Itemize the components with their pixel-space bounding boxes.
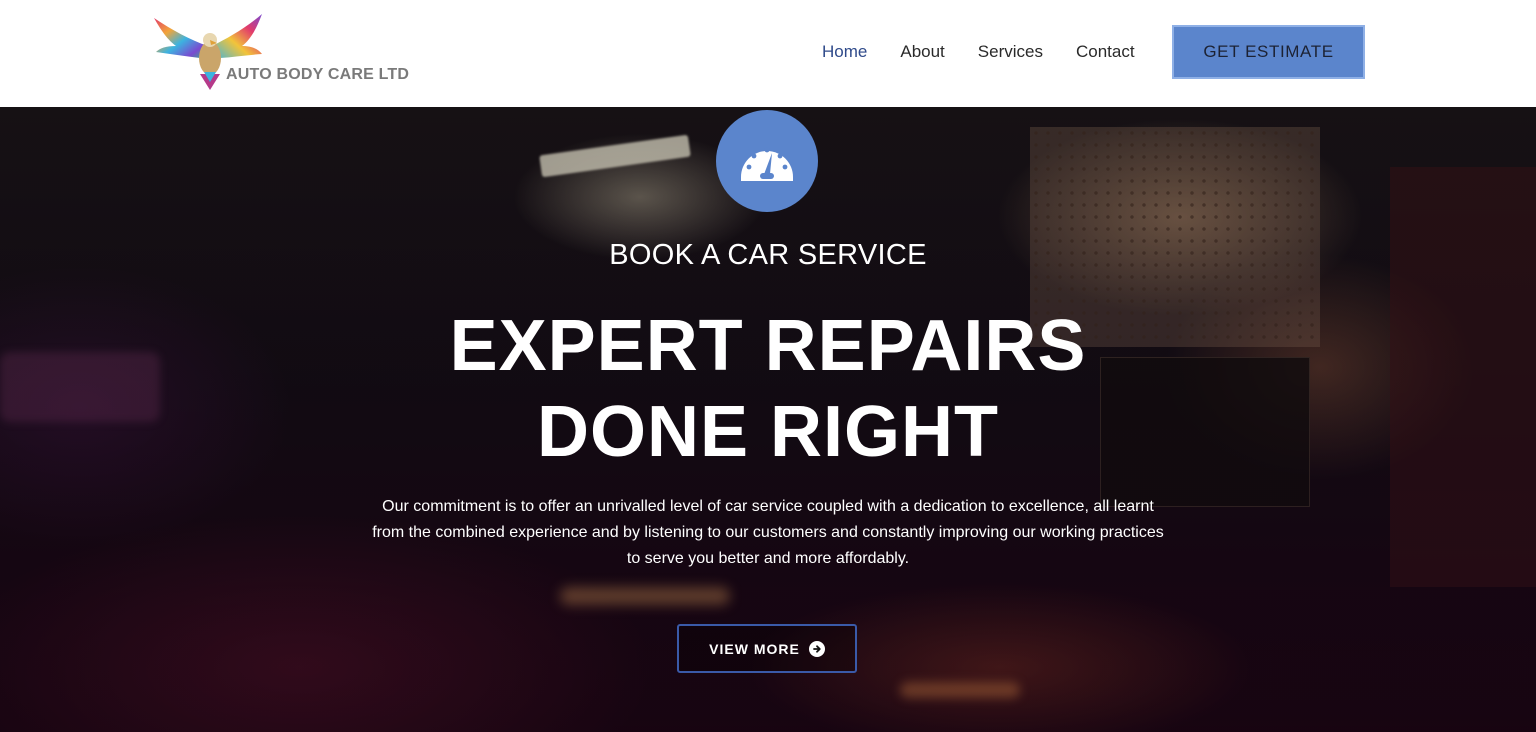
view-more-label: VIEW MORE — [709, 640, 800, 657]
view-more-button[interactable]: VIEW MORE — [677, 624, 857, 673]
brand-name: AUTO BODY CARE LTD — [226, 66, 410, 83]
nav-item-services[interactable]: Services — [978, 42, 1043, 62]
get-estimate-button[interactable]: GET ESTIMATE — [1172, 25, 1365, 79]
hero-description: Our commitment is to offer an unrivalled… — [372, 498, 1164, 567]
hero-title-line-2: DONE RIGHT — [536, 392, 999, 472]
nav-item-contact[interactable]: Contact — [1076, 42, 1135, 62]
main-nav: Home About Services Contact — [822, 40, 1168, 64]
speedometer-icon — [741, 147, 793, 181]
hero-title: EXPERT REPAIRS DONE RIGHT — [268, 303, 1268, 475]
hero-subtitle: BOOK A CAR SERVICE — [609, 239, 927, 271]
speedometer-icon-badge — [716, 110, 818, 212]
arrow-circle-right-icon — [808, 640, 825, 657]
brand-logo[interactable]: AUTO BODY CARE LTD — [150, 12, 420, 94]
hero-section: BOOK A CAR SERVICE EXPERT REPAIRS DONE R… — [0, 107, 1536, 732]
site-header: AUTO BODY CARE LTD Home About Services C… — [0, 0, 1536, 107]
hero-title-line-1: EXPERT REPAIRS — [449, 306, 1087, 386]
nav-item-home[interactable]: Home — [822, 42, 867, 62]
nav-item-about[interactable]: About — [900, 42, 944, 62]
